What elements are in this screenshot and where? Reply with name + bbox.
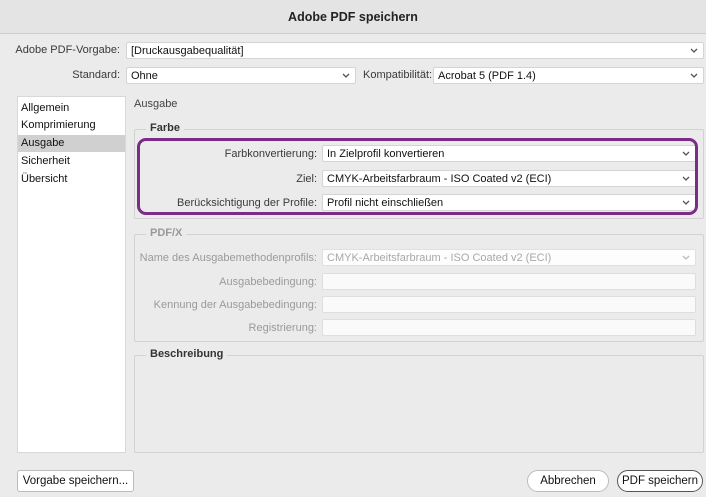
description-group (134, 355, 704, 453)
sidebar-item-allgemein[interactable]: Allgemein (18, 100, 125, 117)
preset-label: Adobe PDF-Vorgabe: (15, 44, 120, 56)
farbe-group-title: Farbe (146, 122, 184, 134)
registry-label: Registrierung: (248, 322, 317, 334)
sidebar-item-ausgabe[interactable]: Ausgabe (18, 135, 125, 152)
description-group-title: Beschreibung (146, 348, 228, 360)
save-pdf-button[interactable]: PDF speichern (617, 470, 703, 492)
window-title: Adobe PDF speichern (288, 9, 418, 24)
cancel-button[interactable]: Abbrechen (527, 470, 609, 492)
section-title: Ausgabe (134, 98, 178, 110)
standard-label: Standard: (72, 69, 120, 81)
standard-select[interactable]: Ohne (126, 67, 356, 84)
condition-id-label: Kennung der Ausgabebedingung: (153, 299, 317, 311)
compat-label: Kompatibilität: (363, 69, 433, 81)
chevron-down-icon (342, 73, 350, 78)
output-profile-value: CMYK-Arbeitsfarbraum - ISO Coated v2 (EC… (327, 251, 552, 264)
chevron-down-icon (682, 255, 690, 260)
sidebar-item-komprimierung[interactable]: Komprimierung (18, 117, 125, 134)
chevron-down-icon (690, 48, 698, 53)
highlight-annotation (137, 138, 698, 215)
window-title-bar: Adobe PDF speichern (0, 0, 706, 34)
compat-value: Acrobat 5 (PDF 1.4) (438, 69, 536, 82)
save-preset-button[interactable]: Vorgabe speichern... (17, 470, 134, 492)
output-profile-label: Name des Ausgabemethodenprofils: (139, 252, 317, 264)
pdfx-group-title: PDF/X (146, 227, 187, 239)
sidebar-item-sicherheit[interactable]: Sicherheit (18, 153, 125, 170)
compat-select[interactable]: Acrobat 5 (PDF 1.4) (433, 67, 704, 84)
chevron-down-icon (690, 73, 698, 78)
condition-id-field[interactable] (322, 296, 696, 313)
condition-field[interactable] (322, 273, 696, 290)
standard-value: Ohne (131, 69, 158, 82)
sidebar-nav: Allgemein Komprimierung Ausgabe Sicherhe… (17, 96, 126, 453)
preset-select[interactable]: [Druckausgabequalität] (126, 42, 704, 59)
registry-field[interactable] (322, 319, 696, 336)
output-profile-select[interactable]: CMYK-Arbeitsfarbraum - ISO Coated v2 (EC… (322, 249, 696, 266)
condition-label: Ausgabebedingung: (219, 276, 317, 288)
preset-value: [Druckausgabequalität] (131, 44, 244, 57)
sidebar-item-uebersicht[interactable]: Übersicht (18, 171, 125, 188)
